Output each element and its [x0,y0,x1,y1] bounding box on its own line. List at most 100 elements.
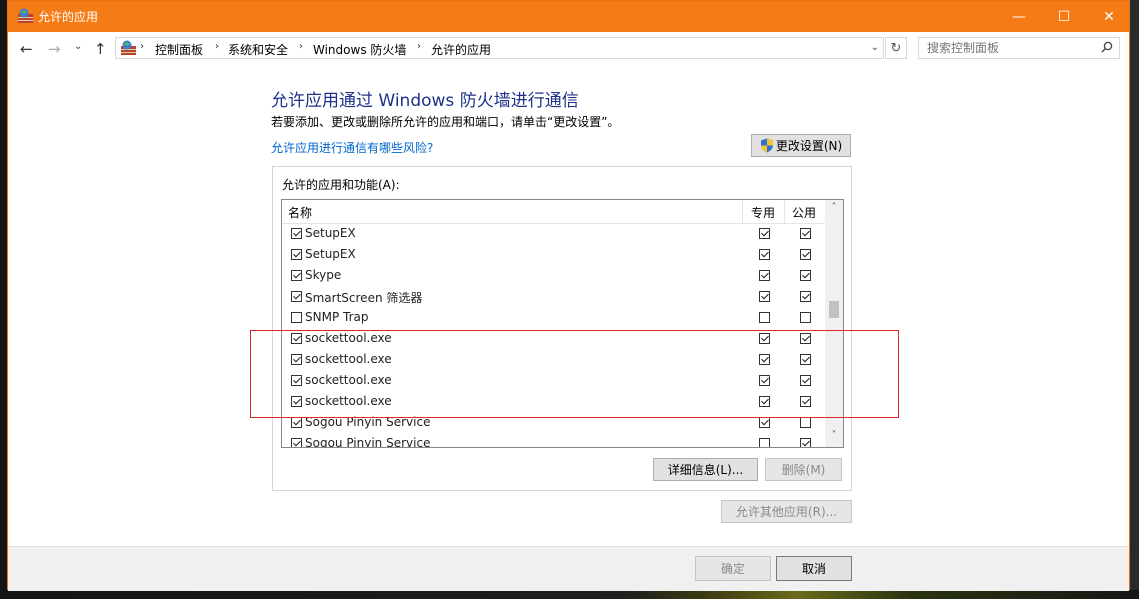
search-icon[interactable] [1101,41,1113,53]
private-network-checkbox[interactable] [759,333,770,344]
private-network-checkbox[interactable] [759,249,770,260]
app-name: sockettool.exe [305,331,392,345]
breadcrumb-control-panel[interactable]: 控制面板 [155,41,203,58]
enabled-checkbox[interactable] [291,249,302,260]
app-name: sockettool.exe [305,394,392,408]
private-network-checkbox[interactable] [759,312,770,323]
address-bar[interactable]: › 控制面板 › 系统和安全 › Windows 防火墙 › 允许的应用 ⌄ [115,37,884,59]
app-name: Sogou Pinyin Service [305,415,431,429]
public-network-checkbox[interactable] [800,270,811,281]
scroll-down-arrow-icon[interactable]: ˅ [825,430,843,446]
list-item[interactable]: SetupEX [282,224,825,245]
change-settings-button[interactable]: 更改设置(N) [751,134,851,157]
public-network-checkbox[interactable] [800,375,811,386]
enabled-checkbox[interactable] [291,270,302,281]
close-button[interactable]: ✕ [1086,1,1132,32]
enabled-checkbox[interactable] [291,417,302,428]
list-item[interactable]: SmartScreen 筛选器 [282,287,825,308]
public-network-checkbox[interactable] [800,333,811,344]
private-network-checkbox[interactable] [759,354,770,365]
allowed-apps-list[interactable]: 名称 专用 公用 SetupEX SetupEX Skype SmartScreen … [281,199,844,448]
private-network-checkbox[interactable] [759,417,770,428]
details-button[interactable]: 详细信息(L)... [653,458,758,481]
app-name: Sogou Pinyin Service [305,436,431,448]
public-network-checkbox[interactable] [800,417,811,428]
enabled-checkbox[interactable] [291,333,302,344]
app-name: sockettool.exe [305,352,392,366]
list-item[interactable]: SetupEX [282,245,825,266]
private-network-checkbox[interactable] [759,291,770,302]
vertical-scrollbar[interactable]: ˄ ˅ [825,200,843,447]
list-header: 名称 专用 公用 [282,200,825,224]
search-input[interactable] [925,40,1099,56]
private-network-checkbox[interactable] [759,270,770,281]
dialog-footer [8,546,1129,591]
public-network-checkbox[interactable] [800,228,811,239]
column-header-public[interactable]: 公用 [792,204,816,221]
maximize-button[interactable]: ☐ [1041,1,1087,32]
column-divider [784,200,785,223]
risk-info-link[interactable]: 允许应用进行通信有哪些风险? [271,139,433,156]
title-bar[interactable]: 允许的应用 — ☐ ✕ [8,1,1129,32]
remove-button[interactable]: 删除(M) [765,458,842,481]
list-rows: SetupEX SetupEX Skype SmartScreen 筛选器 SNMP T… [282,224,825,448]
public-network-checkbox[interactable] [800,438,811,447]
control-panel-icon [121,40,136,55]
forward-arrow-icon[interactable]: → [48,40,61,58]
public-network-checkbox[interactable] [800,312,811,323]
recent-locations-chevron-icon[interactable]: ⌄ [74,41,82,52]
minimize-button[interactable]: — [996,1,1042,32]
public-network-checkbox[interactable] [800,396,811,407]
scroll-thumb[interactable] [829,301,839,318]
ok-button[interactable]: 确定 [695,556,771,581]
refresh-button[interactable]: ↻ [885,37,907,59]
enabled-checkbox[interactable] [291,438,302,447]
public-network-checkbox[interactable] [800,354,811,365]
list-item[interactable]: sockettool.exe [282,329,825,350]
enabled-checkbox[interactable] [291,396,302,407]
allow-other-app-button[interactable]: 允许其他应用(R)... [721,500,852,523]
address-dropdown-chevron-icon[interactable]: ⌄ [871,42,879,53]
app-name: SetupEX [305,226,356,240]
list-item[interactable]: sockettool.exe [282,392,825,413]
enabled-checkbox[interactable] [291,375,302,386]
public-network-checkbox[interactable] [800,249,811,260]
app-name: SmartScreen 筛选器 [305,291,423,305]
desktop-background-bottom [0,590,1139,599]
column-header-private[interactable]: 专用 [751,204,775,221]
list-item[interactable]: sockettool.exe [282,350,825,371]
list-item[interactable]: Skype [282,266,825,287]
private-network-checkbox[interactable] [759,375,770,386]
cancel-button[interactable]: 取消 [776,556,852,581]
list-item[interactable]: SNMP Trap [282,308,825,329]
enabled-checkbox[interactable] [291,228,302,239]
app-name: SetupEX [305,247,356,261]
breadcrumb-separator-icon: › [417,41,421,52]
breadcrumb-allowed-apps[interactable]: 允许的应用 [431,41,491,58]
private-network-checkbox[interactable] [759,396,770,407]
up-arrow-icon[interactable]: ↑ [94,40,107,58]
search-box[interactable] [918,37,1120,59]
list-item[interactable]: Sogou Pinyin Service [282,413,825,434]
private-network-checkbox[interactable] [759,228,770,239]
private-network-checkbox[interactable] [759,438,770,447]
app-name: sockettool.exe [305,373,392,387]
public-network-checkbox[interactable] [800,291,811,302]
enabled-checkbox[interactable] [291,312,302,323]
change-settings-label: 更改设置(N) [775,139,843,153]
enabled-checkbox[interactable] [291,291,302,302]
breadcrumb-windows-firewall[interactable]: Windows 防火墙 [313,41,406,58]
column-header-name[interactable]: 名称 [288,204,312,221]
app-name: Skype [305,268,342,282]
uac-shield-icon [760,138,773,153]
desktop-background-right [1130,0,1139,599]
window-title: 允许的应用 [38,10,99,24]
breadcrumb-system-security[interactable]: 系统和安全 [228,41,288,58]
page-heading: 允许应用通过 Windows 防火墙进行通信 [271,91,579,111]
list-item[interactable]: sockettool.exe [282,371,825,392]
list-item[interactable]: Sogou Pinyin Service [282,434,825,448]
enabled-checkbox[interactable] [291,354,302,365]
scroll-up-arrow-icon[interactable]: ˄ [825,202,843,218]
instruction-text: 若要添加、更改或删除所允许的应用和端口，请单击“更改设置”。 [271,115,620,129]
back-arrow-icon[interactable]: ← [20,40,33,58]
